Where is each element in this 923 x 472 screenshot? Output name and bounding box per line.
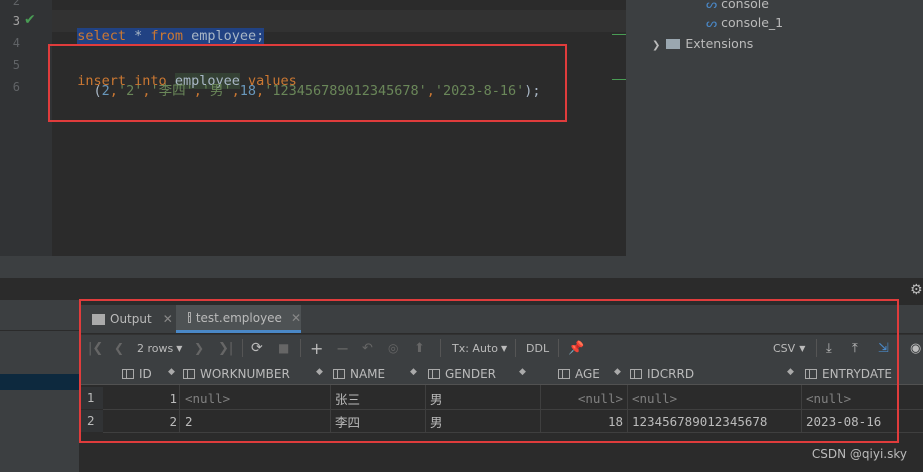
services-selected-row[interactable] bbox=[0, 374, 79, 390]
line-number: 5 bbox=[12, 58, 20, 72]
editor-gutter: 2 3 4 5 6 ✔ bbox=[0, 0, 52, 256]
tree-item-extensions[interactable]: ❯ Extensions bbox=[652, 36, 753, 51]
tree-item-label: console_1 bbox=[721, 15, 784, 30]
watermark: CSDN @qiyi.sky bbox=[811, 447, 907, 461]
folder-icon bbox=[666, 39, 681, 49]
tree-item-label: console bbox=[721, 0, 769, 11]
line-number: 2 bbox=[12, 0, 20, 8]
results-highlight-box bbox=[79, 299, 899, 443]
change-marker bbox=[612, 79, 626, 80]
line-number: 4 bbox=[12, 36, 20, 50]
keyword: from bbox=[150, 28, 183, 44]
check-icon: ✔ bbox=[24, 12, 36, 28]
tree-item-console[interactable]: ᔕ console bbox=[706, 0, 769, 11]
line-number: 3 bbox=[12, 14, 20, 28]
code-line-select[interactable]: select * from employee; bbox=[61, 12, 265, 44]
tool-window-header bbox=[0, 278, 923, 300]
console-icon: ᔕ bbox=[706, 15, 718, 30]
view-icon[interactable]: ◉ bbox=[910, 334, 921, 362]
code-token: * bbox=[126, 28, 151, 44]
tree-item-console-1[interactable]: ᔕ console_1 bbox=[706, 15, 783, 30]
change-marker bbox=[612, 34, 626, 35]
tree-item-label: Extensions bbox=[685, 36, 754, 51]
keyword: select bbox=[77, 28, 127, 44]
code-token: employee; bbox=[182, 28, 265, 44]
services-divider bbox=[0, 330, 79, 331]
editor-highlight-box bbox=[48, 44, 567, 122]
editor-footer bbox=[0, 256, 626, 278]
line-number: 6 bbox=[12, 80, 20, 94]
database-tree-panel: ᔕ console ᔕ console_1 ❯ Extensions bbox=[626, 0, 923, 278]
console-icon: ᔕ bbox=[706, 0, 718, 11]
chevron-right-icon[interactable]: ❯ bbox=[652, 40, 660, 51]
settings-icon[interactable]: ⚙ bbox=[910, 282, 923, 298]
